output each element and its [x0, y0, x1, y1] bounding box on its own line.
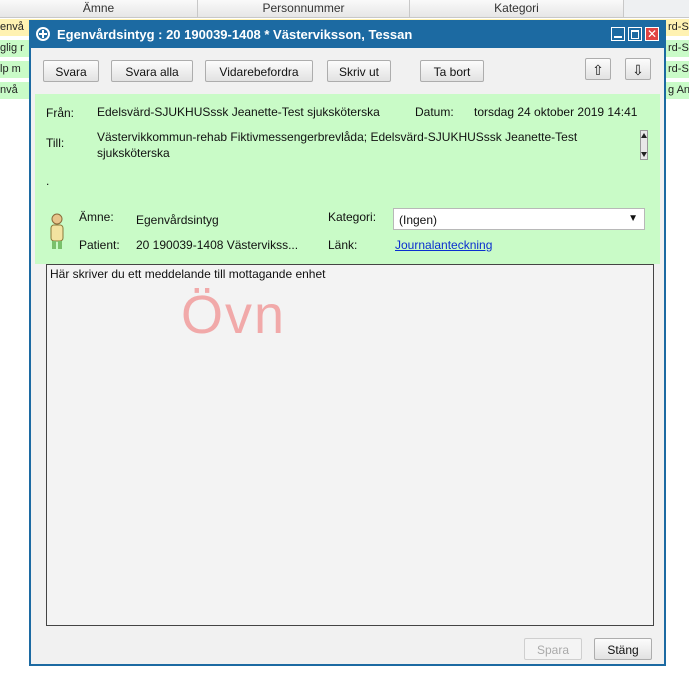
category-label: Kategori:: [328, 210, 377, 224]
close-window-button[interactable]: ✕: [645, 27, 659, 41]
list-cell: envå: [0, 21, 24, 33]
minimize-button[interactable]: [611, 27, 625, 41]
from-value: Edelsvärd-SJUKHUSssk Jeanette-Test sjuks…: [97, 105, 380, 119]
column-header-subject[interactable]: Ämne: [0, 0, 198, 17]
scroll-down-icon[interactable]: [641, 152, 647, 157]
practice-watermark: Övn: [181, 285, 287, 345]
to-value-line2: sjuksköterska: [97, 146, 170, 160]
chevron-down-icon[interactable]: ▼: [628, 213, 638, 224]
close-button[interactable]: Stäng: [594, 638, 652, 660]
recipients-scrollbar[interactable]: [640, 130, 648, 160]
dialog-titlebar[interactable]: Egenvårdsintyg : 20 190039-1408 * Väster…: [31, 22, 664, 48]
dialog-title: Egenvårdsintyg : 20 190039-1408 * Väster…: [57, 27, 413, 42]
date-value: torsdag 24 oktober 2019 14:41: [474, 105, 638, 119]
maximize-button[interactable]: [628, 27, 642, 41]
journal-note-link[interactable]: Journalanteckning: [395, 238, 492, 252]
person-icon: [50, 213, 64, 249]
save-button[interactable]: Spara: [524, 638, 582, 660]
subject-label: Ämne:: [79, 210, 114, 224]
list-cell: g An: [668, 84, 689, 96]
patient-value: 20 190039-1408 Västervikss...: [136, 238, 299, 252]
column-header-personnummer[interactable]: Personnummer: [198, 0, 410, 17]
scroll-up-icon[interactable]: [641, 133, 647, 138]
list-cell: rd-S: [668, 21, 689, 33]
forward-button[interactable]: Vidarebefordra: [205, 60, 313, 82]
subject-value: Egenvårdsintyg: [136, 213, 219, 227]
list-cell: glig r: [0, 42, 24, 54]
list-cell: rd-S: [668, 63, 689, 75]
column-header-category[interactable]: Kategori: [410, 0, 624, 17]
from-label: Från:: [46, 106, 75, 120]
header-dot: .: [46, 174, 50, 188]
to-value-line1: Västervikkommun-rehab Fiktivmessengerbre…: [97, 130, 578, 144]
to-label: Till:: [46, 136, 65, 150]
message-dialog: Egenvårdsintyg : 20 190039-1408 * Väster…: [29, 20, 666, 666]
list-cell: rd-S: [668, 42, 689, 54]
toolbar: Svara Svara alla Vidarebefordra Skriv ut…: [31, 48, 664, 90]
link-label: Länk:: [328, 238, 358, 252]
message-body-textarea[interactable]: Här skriver du ett meddelande till motta…: [46, 264, 654, 626]
list-cell: nvå: [0, 84, 18, 96]
reply-button[interactable]: Svara: [43, 60, 99, 82]
delete-button[interactable]: Ta bort: [420, 60, 484, 82]
date-label: Datum:: [415, 105, 454, 119]
medical-cross-icon: [36, 27, 50, 41]
list-cell: lp m: [0, 63, 21, 75]
category-select[interactable]: (Ingen) ▼: [393, 208, 645, 230]
previous-message-arrow-up-icon[interactable]: ⇧: [585, 58, 611, 80]
print-button[interactable]: Skriv ut: [327, 60, 391, 82]
message-placeholder: Här skriver du ett meddelande till motta…: [50, 267, 326, 281]
reply-all-button[interactable]: Svara alla: [111, 60, 193, 82]
patient-label: Patient:: [79, 238, 120, 252]
category-value: (Ingen): [399, 213, 438, 227]
next-message-arrow-down-icon[interactable]: ⇩: [625, 58, 651, 80]
